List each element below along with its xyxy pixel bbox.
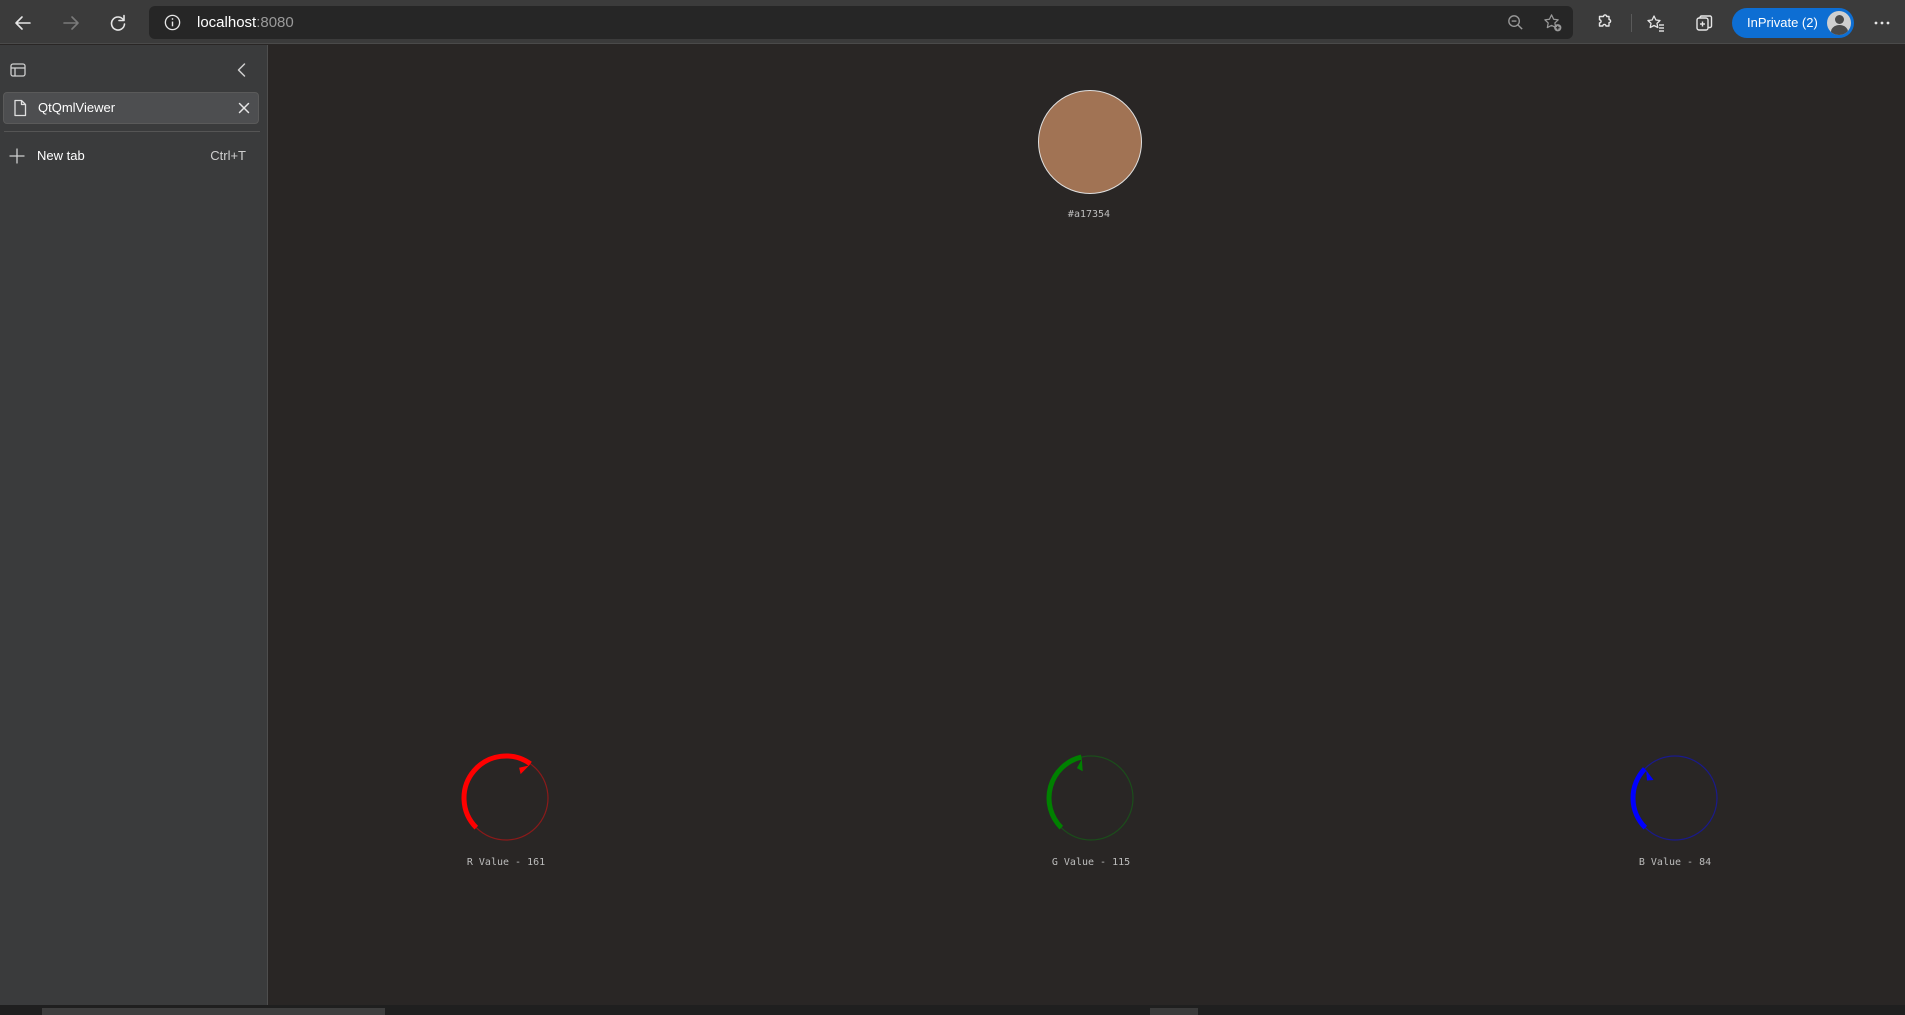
collections-button[interactable] xyxy=(1688,7,1720,39)
close-tab-icon[interactable] xyxy=(234,98,254,118)
new-tab-label: New tab xyxy=(37,148,85,163)
url-text[interactable]: localhost:8080 xyxy=(197,14,294,31)
tab-qtqmlviewer[interactable]: QtQmlViewer xyxy=(3,92,259,124)
inprivate-label: InPrivate (2) xyxy=(1747,15,1818,30)
blue-value-label: B Value - 84 xyxy=(1638,857,1712,868)
info-icon[interactable] xyxy=(163,13,182,32)
tab-divider xyxy=(4,131,260,132)
favorites-icon xyxy=(1647,15,1664,32)
red-value-label: R Value - 161 xyxy=(466,857,546,868)
avatar xyxy=(1827,11,1851,35)
red-dial[interactable] xyxy=(461,753,551,843)
favorites-button[interactable] xyxy=(1640,7,1672,39)
add-favorite-icon[interactable] xyxy=(1542,12,1563,33)
green-dial[interactable] xyxy=(1046,753,1136,843)
new-tab-shortcut: Ctrl+T xyxy=(210,148,246,163)
tab-label: QtQmlViewer xyxy=(38,100,116,115)
more-menu-button[interactable] xyxy=(1866,7,1898,39)
back-arrow-icon xyxy=(15,16,31,30)
vertical-tabs-sidebar: QtQmlViewer New tab Ctrl+T xyxy=(0,45,268,1005)
more-menu-icon xyxy=(1874,21,1890,25)
new-tab-button[interactable]: New tab Ctrl+T xyxy=(0,141,260,171)
zoom-out-icon[interactable] xyxy=(1506,13,1525,32)
dial-handle[interactable] xyxy=(1076,759,1083,772)
collections-icon xyxy=(1696,15,1713,31)
refresh-icon xyxy=(110,14,126,31)
bottom-strip xyxy=(0,1005,1905,1015)
browser-toolbar: localhost:8080 InPrivate (2) xyxy=(0,0,1905,44)
refresh-button[interactable] xyxy=(102,7,134,39)
extensions-button[interactable] xyxy=(1587,7,1619,39)
url-host: localhost xyxy=(197,14,257,31)
toolbar-separator xyxy=(1631,14,1632,32)
forward-button[interactable] xyxy=(55,7,87,39)
dial-value-arc xyxy=(1630,767,1648,830)
back-button[interactable] xyxy=(7,7,39,39)
collapse-sidebar-icon[interactable] xyxy=(232,60,252,80)
color-preview-circle xyxy=(1038,90,1142,194)
plus-icon xyxy=(9,148,25,164)
horizontal-scrollbar[interactable] xyxy=(42,1008,385,1015)
blue-dial[interactable] xyxy=(1630,753,1720,843)
url-port: :8080 xyxy=(256,14,294,31)
dial-handle[interactable] xyxy=(519,765,530,775)
dial-handle[interactable] xyxy=(1646,770,1654,781)
page-content: #a17354 R Value - 161 G Value - 115 B Va… xyxy=(269,45,1905,1005)
address-bar[interactable]: localhost:8080 xyxy=(149,6,1573,39)
extensions-icon xyxy=(1598,14,1612,27)
green-value-label: G Value - 115 xyxy=(1051,857,1131,868)
forward-arrow-icon xyxy=(63,16,79,30)
dial-value-arc xyxy=(461,753,532,830)
page-icon xyxy=(14,99,27,117)
tab-actions-icon[interactable] xyxy=(8,60,28,80)
bottom-indicator xyxy=(1150,1008,1198,1015)
inprivate-button[interactable]: InPrivate (2) xyxy=(1732,8,1854,38)
color-hex-label: #a17354 xyxy=(1067,209,1111,220)
dial-value-arc xyxy=(1046,754,1083,830)
